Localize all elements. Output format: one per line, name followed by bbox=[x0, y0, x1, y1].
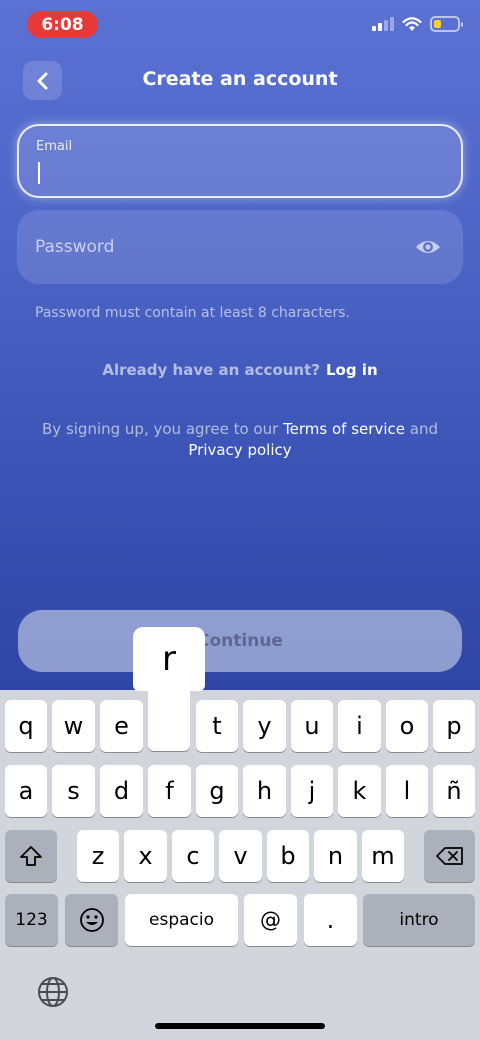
key-n-tilde[interactable]: ñ bbox=[433, 765, 475, 817]
terms-text: By signing up, you agree to our Terms of… bbox=[30, 419, 450, 461]
eye-icon[interactable] bbox=[415, 234, 441, 260]
email-label: Email bbox=[36, 139, 73, 154]
password-placeholder: Password bbox=[35, 237, 115, 257]
signup-screen: 6:08 Create an account Email Password Pa… bbox=[0, 0, 480, 690]
continue-label: Continue bbox=[197, 631, 283, 651]
key-s[interactable]: s bbox=[52, 765, 95, 817]
terms-of-service-link[interactable]: Terms of service bbox=[283, 420, 405, 438]
key-popup-letter: r bbox=[133, 627, 205, 691]
login-question: Already have an account? bbox=[102, 361, 320, 379]
wifi-icon bbox=[402, 16, 422, 31]
return-key[interactable]: intro bbox=[363, 894, 475, 946]
key-c[interactable]: c bbox=[172, 830, 214, 882]
terms-and: and bbox=[409, 420, 438, 438]
globe-icon[interactable] bbox=[36, 975, 70, 1009]
password-hint: Password must contain at least 8 charact… bbox=[35, 305, 350, 321]
keyboard: q w e t y u i o p a s d f g h j k l ñ z … bbox=[0, 690, 480, 1039]
key-h[interactable]: h bbox=[243, 765, 286, 817]
key-popup: r bbox=[133, 627, 205, 751]
shift-key[interactable] bbox=[5, 830, 57, 882]
key-j[interactable]: j bbox=[291, 765, 333, 817]
key-a[interactable]: a bbox=[5, 765, 47, 817]
status-icons bbox=[372, 16, 463, 32]
key-g[interactable]: g bbox=[196, 765, 238, 817]
key-i[interactable]: i bbox=[338, 700, 381, 752]
terms-prefix: By signing up, you agree to our bbox=[42, 420, 279, 438]
key-f[interactable]: f bbox=[148, 765, 191, 817]
delete-icon bbox=[435, 847, 463, 865]
key-b[interactable]: b bbox=[267, 830, 309, 882]
key-d[interactable]: d bbox=[100, 765, 143, 817]
email-field[interactable]: Email bbox=[17, 124, 463, 198]
key-o[interactable]: o bbox=[386, 700, 428, 752]
dot-key[interactable]: . bbox=[304, 894, 357, 946]
emoji-icon bbox=[79, 908, 104, 932]
key-z[interactable]: z bbox=[77, 830, 119, 882]
cellular-signal-icon bbox=[372, 17, 394, 31]
privacy-policy-link[interactable]: Privacy policy bbox=[188, 441, 291, 459]
at-key[interactable]: @ bbox=[244, 894, 297, 946]
password-field[interactable]: Password bbox=[17, 210, 463, 284]
key-u[interactable]: u bbox=[291, 700, 333, 752]
key-l[interactable]: l bbox=[386, 765, 428, 817]
battery-icon bbox=[430, 16, 463, 32]
space-key[interactable]: espacio bbox=[125, 894, 238, 946]
login-link[interactable]: Log in bbox=[326, 361, 378, 379]
login-prompt: Already have an account? Log in bbox=[0, 361, 480, 379]
key-y[interactable]: y bbox=[243, 700, 286, 752]
delete-key[interactable] bbox=[424, 830, 475, 882]
shift-icon bbox=[20, 846, 42, 866]
numbers-key[interactable]: 123 bbox=[5, 894, 58, 946]
page-title: Create an account bbox=[142, 68, 338, 90]
key-x[interactable]: x bbox=[124, 830, 167, 882]
continue-button[interactable]: Continue bbox=[18, 610, 462, 672]
key-v[interactable]: v bbox=[219, 830, 262, 882]
text-caret bbox=[38, 162, 40, 184]
key-p[interactable]: p bbox=[433, 700, 475, 752]
home-indicator bbox=[155, 1023, 325, 1029]
key-n[interactable]: n bbox=[314, 830, 357, 882]
status-time: 6:08 bbox=[27, 11, 98, 38]
key-m[interactable]: m bbox=[362, 830, 404, 882]
key-w[interactable]: w bbox=[52, 700, 95, 752]
key-k[interactable]: k bbox=[338, 765, 381, 817]
emoji-key[interactable] bbox=[65, 894, 118, 946]
key-q[interactable]: q bbox=[5, 700, 47, 752]
